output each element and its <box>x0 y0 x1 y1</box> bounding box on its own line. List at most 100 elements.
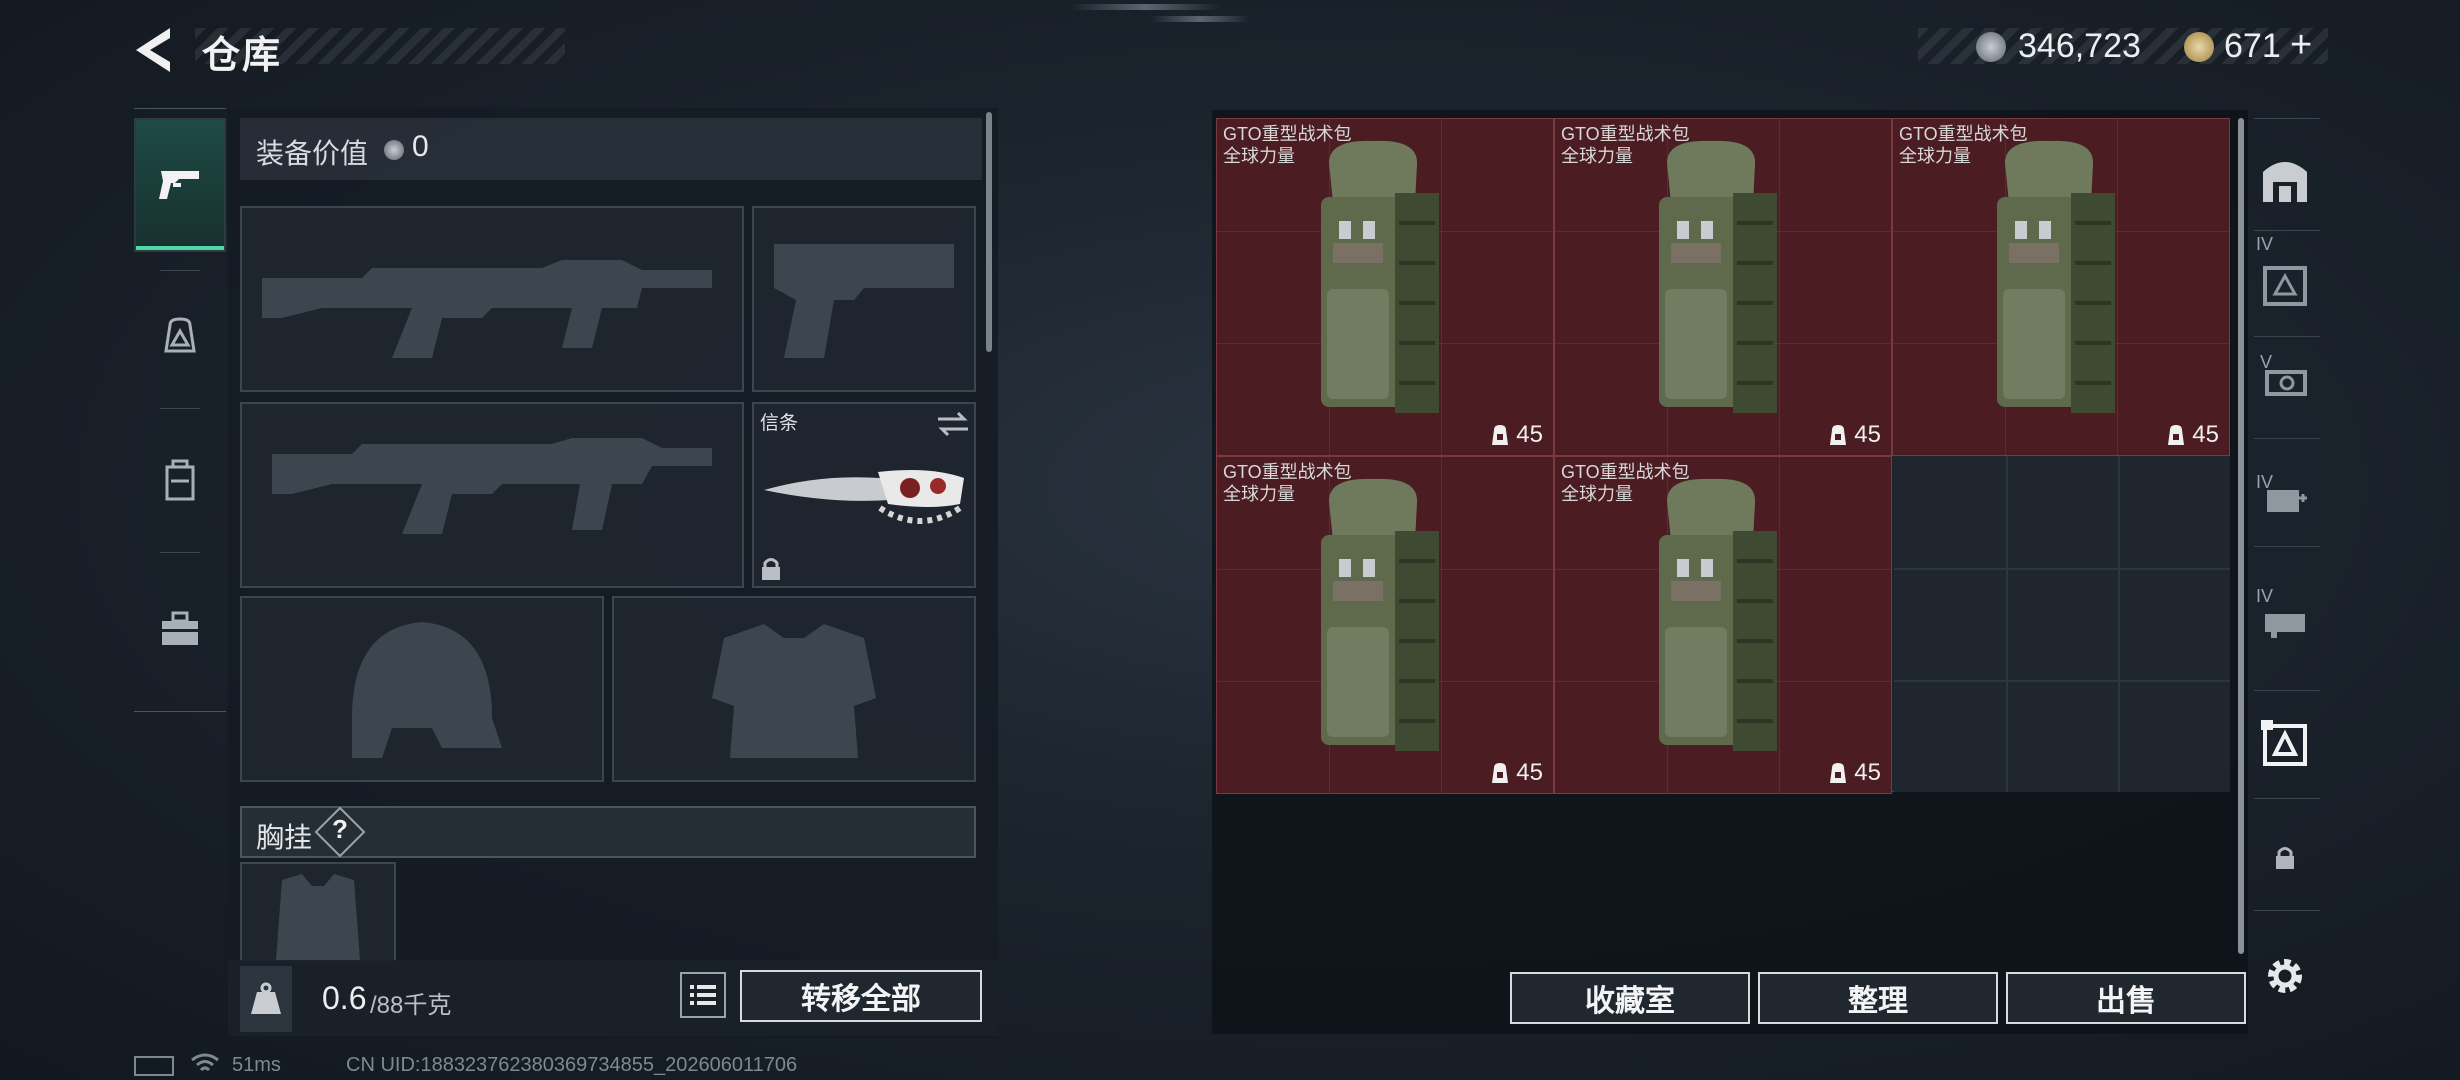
back-button[interactable] <box>130 24 180 76</box>
backpack-capacity-icon <box>1492 763 1509 783</box>
tier-label: IV <box>2256 472 2274 492</box>
nav-separator <box>160 552 200 553</box>
wifi-icon <box>191 1053 219 1072</box>
right-nav-tier-v-safe[interactable]: V <box>2246 330 2324 430</box>
item-capacity: 45 <box>1828 759 1881 787</box>
nav-chest-rigs[interactable] <box>134 414 226 548</box>
nav-weapons[interactable] <box>134 118 226 252</box>
melee-slot[interactable]: 信条 <box>752 402 976 588</box>
backpack-capacity-icon <box>1830 763 1847 783</box>
right-nav-tier-iv-medical[interactable]: IV <box>2246 448 2324 548</box>
nav-separator <box>160 408 200 409</box>
sell-button[interactable]: 出售 <box>2006 972 2246 1024</box>
battery-icon <box>134 1056 174 1076</box>
item-title: GTO重型战术包 <box>1561 124 1690 144</box>
page-title: 仓库 <box>202 35 283 77</box>
weight-icon <box>251 982 281 1014</box>
item-name: GTO重型战术包 全球力量 <box>1223 461 1352 505</box>
backpack-capacity-icon <box>1492 425 1509 445</box>
chest-rig-icon <box>165 459 195 501</box>
backpack-storage-icon <box>2263 266 2307 306</box>
backpack-capacity-icon <box>2168 425 2185 445</box>
right-nav-tier-iv-weapons[interactable]: IV <box>2246 570 2324 670</box>
item-faction: 全球力量 <box>1223 484 1295 504</box>
backpack-icon <box>1659 140 1777 413</box>
add-gold-button[interactable]: + <box>2290 24 2312 67</box>
rifle-silhouette-icon <box>272 438 712 534</box>
tier-label: V <box>2260 352 2273 372</box>
gold-coin-icon <box>2184 32 2214 62</box>
storage-scrollbar[interactable] <box>2238 118 2244 954</box>
chest-rig-header: 胸挂 ? <box>240 806 976 858</box>
item-capacity: 45 <box>1828 421 1881 449</box>
list-view-button[interactable] <box>680 972 726 1018</box>
pistol-silhouette-icon <box>774 244 954 358</box>
ping-readout: 51ms <box>232 1054 281 1076</box>
right-nav-separator <box>2254 118 2320 119</box>
backpack-capacity-icon <box>1830 425 1847 445</box>
helmet-slot[interactable] <box>240 596 604 782</box>
item-faction: 全球力量 <box>1223 146 1295 166</box>
secondary-weapon-slot[interactable] <box>240 402 744 588</box>
chevron-left-icon <box>136 28 170 72</box>
toolbox-icon <box>162 611 198 645</box>
item-capacity-value: 45 <box>1516 759 1543 786</box>
silver-coin-icon <box>384 140 404 160</box>
silver-balance: 346,723 <box>2018 27 2141 65</box>
right-nav-tier-iv-backpack[interactable]: IV <box>2246 234 2324 334</box>
gear-icon <box>2268 959 2302 993</box>
item-capacity-value: 45 <box>1854 421 1881 448</box>
help-button[interactable]: ? <box>330 814 350 845</box>
storage-item-backpack[interactable]: GTO重型战术包 全球力量 45 <box>1554 456 1892 794</box>
item-faction: 全球力量 <box>1561 484 1633 504</box>
chest-rig-label: 胸挂 <box>256 822 313 853</box>
transfer-all-button[interactable]: 转移全部 <box>740 970 982 1022</box>
capacity-current: 0.6 <box>322 980 367 1016</box>
weight-badge <box>240 966 292 1032</box>
right-nav-all[interactable] <box>2246 130 2324 230</box>
right-nav-separator <box>2254 910 2320 911</box>
user-uid: CN UID:1883237623803697348​55_2026060117… <box>346 1054 798 1076</box>
settings-button[interactable] <box>2246 926 2324 1026</box>
item-capacity: 45 <box>1490 421 1543 449</box>
pistol-icon <box>159 171 199 199</box>
storage-item-backpack[interactable]: GTO重型战术包 全球力量 45 <box>1216 456 1554 794</box>
equipment-value: 0 <box>412 130 429 163</box>
nav-toolbox[interactable] <box>134 562 226 696</box>
storage-item-backpack[interactable]: GTO重型战术包 全球力量 45 <box>1554 118 1892 456</box>
storage-item-backpack[interactable]: GTO重型战术包 全球力量 45 <box>1892 118 2230 456</box>
item-title: GTO重型战术包 <box>1899 124 2028 144</box>
backpack-icon <box>1321 478 1439 751</box>
backpack-icon <box>1321 140 1439 413</box>
melee-label: 信条 <box>760 413 799 434</box>
right-nav-separator <box>2254 690 2320 691</box>
pistol-slot[interactable] <box>752 206 976 392</box>
item-title: GTO重型战术包 <box>1561 462 1690 482</box>
equipment-scrollbar[interactable] <box>986 112 992 352</box>
tier-label: IV <box>2256 586 2274 606</box>
empty-storage-cells[interactable] <box>1894 456 2230 792</box>
background-light-streak <box>1070 4 1220 10</box>
collection-room-button[interactable]: 收藏室 <box>1510 972 1750 1024</box>
primary-weapon-slot[interactable] <box>240 206 744 392</box>
backpack-storage-icon <box>2261 720 2307 766</box>
right-nav-locked[interactable] <box>2246 808 2324 908</box>
sort-button[interactable]: 整理 <box>1758 972 1998 1024</box>
backpack-icon <box>164 317 196 353</box>
item-capacity-value: 45 <box>1854 759 1881 786</box>
swap-icon[interactable] <box>936 410 970 438</box>
storage-item-backpack[interactable]: GTO重型战术包 全球力量 45 <box>1216 118 1554 456</box>
item-faction: 全球力量 <box>1899 146 1971 166</box>
equipment-value-label: 装备价值 <box>256 138 369 169</box>
item-capacity: 45 <box>2166 421 2219 449</box>
knife-icon <box>764 470 964 524</box>
right-nav-backpacks-selected[interactable] <box>2246 692 2324 792</box>
background-light-streak <box>1150 16 1250 22</box>
tier-label: IV <box>2256 234 2274 254</box>
nav-backpacks[interactable] <box>134 270 226 404</box>
capacity-max: /88千克 <box>370 992 452 1019</box>
gold-balance: 671 <box>2224 27 2281 65</box>
chest-rig-slot[interactable] <box>240 862 396 962</box>
armor-slot[interactable] <box>612 596 976 782</box>
lock-icon <box>762 558 780 580</box>
